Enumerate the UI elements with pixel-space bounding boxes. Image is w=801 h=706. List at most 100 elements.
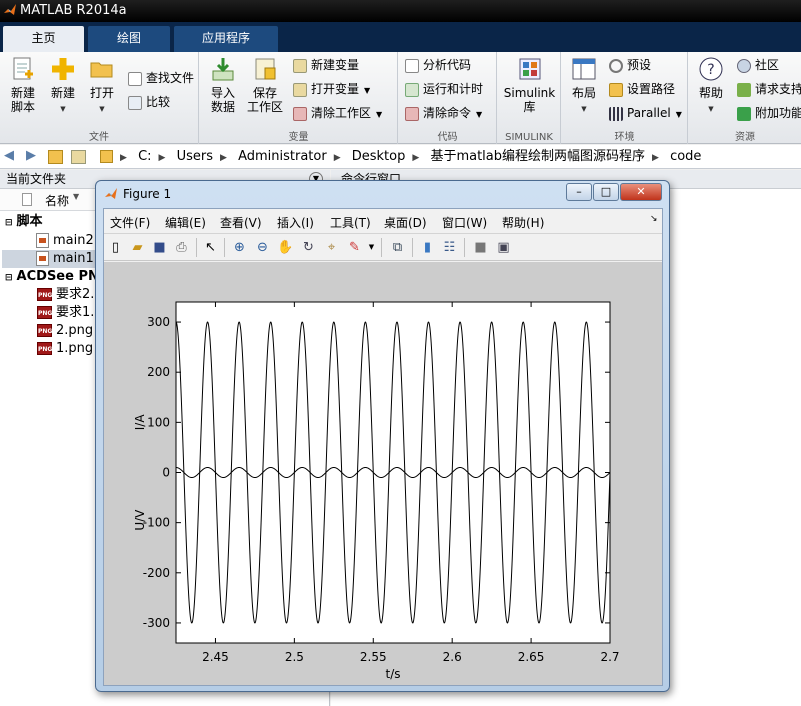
png-file-icon: PNG bbox=[37, 306, 52, 319]
x-tick-label: 2.65 bbox=[518, 650, 545, 664]
list-item[interactable]: main2. bbox=[36, 232, 98, 250]
toolbar-separator bbox=[464, 238, 465, 257]
file-group-png[interactable]: ⊟ ACDSee PNG bbox=[5, 268, 110, 286]
link-plot-icon[interactable]: ⧉ bbox=[389, 239, 406, 256]
group-label-environment: 环境 bbox=[614, 132, 635, 143]
matlab-logo-icon bbox=[4, 4, 16, 15]
open-variable-button[interactable]: 打开变量 ▼ bbox=[293, 79, 370, 99]
sort-arrow-icon[interactable]: ▼ bbox=[73, 192, 79, 201]
breadcrumb-separator-icon: ▶ bbox=[220, 153, 227, 163]
menu-tools[interactable]: 工具(T) bbox=[330, 214, 371, 231]
brush-icon[interactable]: ✎ bbox=[346, 239, 363, 256]
hide-plot-tools-icon[interactable]: ■ bbox=[472, 239, 489, 256]
preferences-button[interactable]: 预设 bbox=[609, 55, 651, 75]
breadcrumb: ▶ C: ▶ Users ▶ Administrator ▶ Desktop ▶ 基于m… bbox=[100, 145, 704, 169]
pointer-icon[interactable]: ↖ bbox=[202, 239, 219, 256]
data-cursor-icon[interactable]: ⌖ bbox=[323, 239, 340, 256]
help-button[interactable]: ? 帮助 ▼ bbox=[691, 56, 731, 116]
menu-desktop[interactable]: 桌面(D) bbox=[384, 214, 427, 231]
set-path-button[interactable]: 设置路径 bbox=[609, 79, 675, 99]
chevron-down-icon[interactable]: ▼ bbox=[363, 239, 380, 256]
breadcrumb-item[interactable]: Desktop bbox=[352, 149, 406, 164]
find-files-button[interactable]: 查找文件 bbox=[128, 68, 194, 88]
parallel-button[interactable]: Parallel ▼ bbox=[609, 103, 682, 123]
menu-file[interactable]: 文件(F) bbox=[110, 214, 150, 231]
pan-icon[interactable]: ✋ bbox=[277, 239, 294, 256]
new-variable-button[interactable]: 新建变量 bbox=[293, 55, 359, 75]
name-column-header[interactable]: 名称 bbox=[45, 192, 69, 209]
breadcrumb-item[interactable]: Users bbox=[177, 149, 213, 164]
import-data-button[interactable]: 导入 数据 bbox=[203, 56, 243, 114]
colorbar-icon[interactable]: ▮ bbox=[419, 239, 436, 256]
open-file-icon[interactable]: ▰ bbox=[129, 239, 146, 256]
new-figure-icon[interactable]: ▯ bbox=[107, 239, 124, 256]
list-item[interactable]: PNG 要求2.p bbox=[37, 286, 103, 304]
menu-edit[interactable]: 编辑(E) bbox=[165, 214, 206, 231]
toolbar-separator bbox=[196, 238, 197, 257]
print-icon[interactable]: ⎙ bbox=[173, 239, 190, 256]
chevron-down-icon: ▼ bbox=[60, 105, 66, 113]
forward-arrow-icon[interactable]: ▶ bbox=[26, 148, 36, 163]
gear-icon bbox=[609, 58, 623, 73]
plot-axes[interactable]: 2.45 2.5 2.55 2.6 2.65 2.73002001000-100-200-… bbox=[104, 262, 662, 685]
list-item[interactable]: PNG 1.png bbox=[37, 340, 93, 358]
legend-icon[interactable]: ☷ bbox=[441, 239, 458, 256]
clear-commands-button[interactable]: 清除命令 ▼ bbox=[405, 103, 482, 123]
back-arrow-icon[interactable]: ◀ bbox=[4, 148, 14, 163]
dock-arrow-icon[interactable]: ↘ bbox=[650, 214, 658, 224]
parallel-label: Parallel bbox=[627, 106, 671, 120]
rotate-icon[interactable]: ↻ bbox=[300, 239, 317, 256]
simulink-library-button[interactable]: Simulink 库 bbox=[502, 56, 557, 114]
close-button[interactable]: ✕ bbox=[620, 183, 662, 201]
analyze-code-button[interactable]: 分析代码 bbox=[405, 55, 471, 75]
zoom-out-icon[interactable]: ⊖ bbox=[254, 239, 271, 256]
open-button[interactable]: 打开 ▼ bbox=[82, 56, 122, 116]
figure-menu-bar: 文件(F) 编辑(E) 查看(V) 插入(I) 工具(T) 桌面(D) 窗口(W… bbox=[104, 209, 662, 234]
save-icon[interactable]: ■ bbox=[151, 239, 168, 256]
run-and-time-button[interactable]: 运行和计时 bbox=[405, 79, 483, 99]
chevron-down-icon: ▼ bbox=[99, 105, 105, 113]
tab-plots[interactable]: 绘图 bbox=[88, 26, 170, 52]
ribbon-group-variable: 导入 数据 保存 工作区 新建变量 打开变量 ▼ 清除工作区 ▼ 变量 bbox=[200, 52, 398, 144]
maximize-button[interactable]: □ bbox=[593, 183, 619, 201]
ribbon-tab-strip: 主页 绘图 应用程序 bbox=[0, 22, 801, 52]
y-tick-label: 200 bbox=[147, 365, 170, 379]
save-workspace-button[interactable]: 保存 工作区 bbox=[245, 56, 285, 114]
matlab-app: MATLAB R2014a 主页 绘图 应用程序 新建 脚本 新建 ▼ 打开 ▼ 查… bbox=[0, 0, 801, 706]
layout-button[interactable]: 布局 ▼ bbox=[564, 56, 604, 116]
add-ons-button[interactable]: 附加功能 bbox=[737, 103, 801, 123]
file-group-scripts[interactable]: ⊟ 脚本 bbox=[5, 213, 43, 231]
file-group-label: 脚本 bbox=[16, 214, 43, 229]
new-label: 新建 bbox=[50, 86, 75, 100]
tab-apps[interactable]: 应用程序 bbox=[174, 26, 278, 52]
breadcrumb-item[interactable]: code bbox=[670, 149, 701, 164]
zoom-in-icon[interactable]: ⊕ bbox=[231, 239, 248, 256]
show-plot-tools-icon[interactable]: ▣ bbox=[495, 239, 512, 256]
breadcrumb-item[interactable]: Administrator bbox=[238, 149, 327, 164]
list-item[interactable]: PNG 2.png bbox=[37, 322, 93, 340]
breadcrumb-item[interactable]: C: bbox=[138, 149, 151, 164]
file-type-column-icon bbox=[22, 193, 32, 206]
clear-workspace-button[interactable]: 清除工作区 ▼ bbox=[293, 103, 382, 123]
compare-button[interactable]: 比较 bbox=[128, 92, 170, 112]
new-button[interactable]: 新建 ▼ bbox=[43, 56, 83, 116]
list-item[interactable]: main1. bbox=[2, 250, 98, 268]
minimize-button[interactable]: – bbox=[566, 183, 592, 201]
menu-help[interactable]: 帮助(H) bbox=[502, 214, 544, 231]
tab-home[interactable]: 主页 bbox=[3, 26, 84, 52]
new-script-button[interactable]: 新建 脚本 bbox=[3, 56, 43, 114]
list-item[interactable]: PNG 要求1.p bbox=[37, 304, 103, 322]
browse-folder-icon[interactable] bbox=[71, 150, 86, 164]
menu-window[interactable]: 窗口(W) bbox=[442, 214, 487, 231]
request-support-button[interactable]: 请求支持 bbox=[737, 79, 801, 99]
menu-insert[interactable]: 插入(I) bbox=[277, 214, 314, 231]
group-label-file: 文件 bbox=[89, 132, 109, 143]
group-label-resources: 资源 bbox=[735, 132, 755, 143]
up-folder-icon[interactable] bbox=[48, 150, 63, 164]
menu-view[interactable]: 查看(V) bbox=[220, 214, 262, 231]
collapse-icon[interactable]: ⊟ bbox=[5, 218, 13, 228]
breadcrumb-item[interactable]: 基于matlab编程绘制两幅图源码程序 bbox=[430, 149, 645, 164]
collapse-icon[interactable]: ⊟ bbox=[5, 273, 13, 283]
community-button[interactable]: 社区 bbox=[737, 55, 779, 75]
group-label-variable: 变量 bbox=[288, 132, 309, 143]
